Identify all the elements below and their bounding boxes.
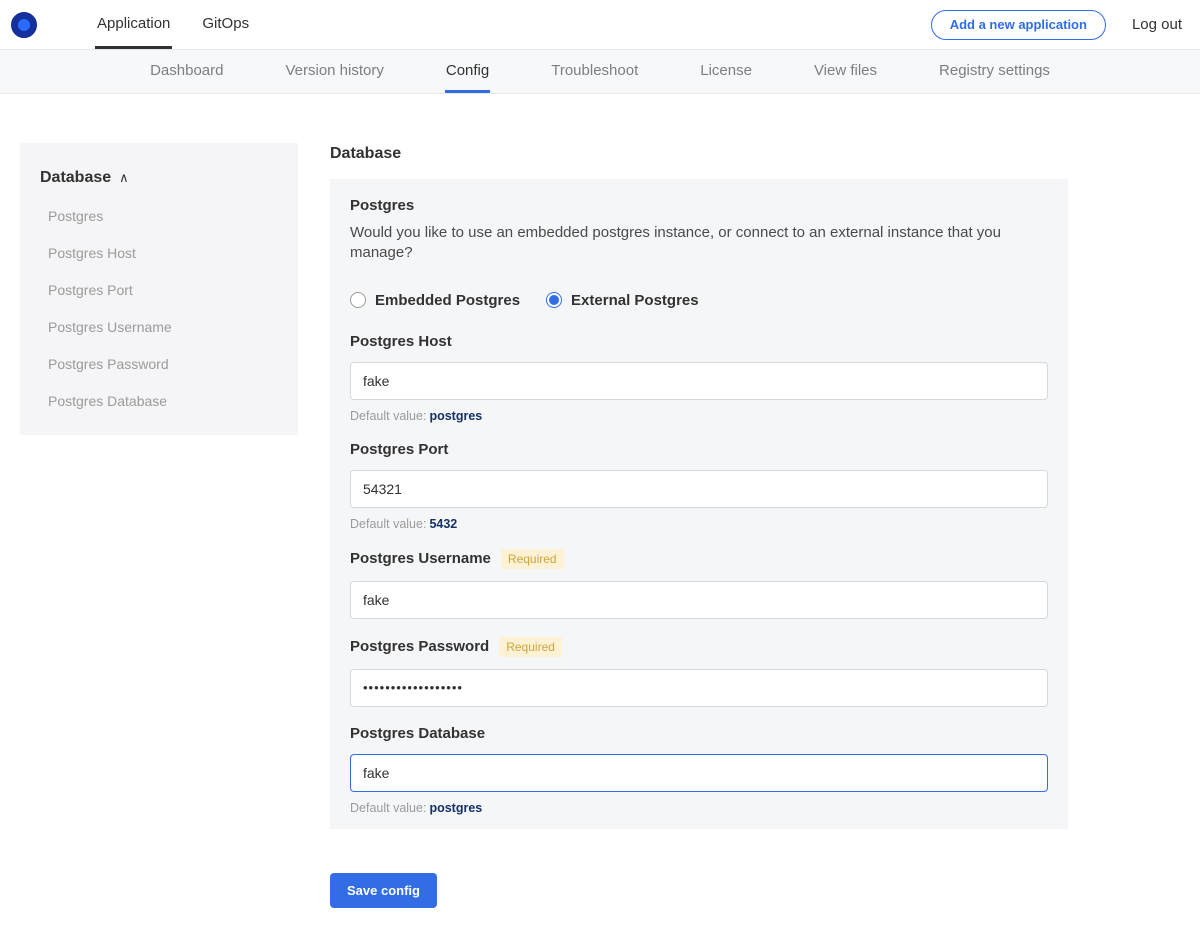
sidebar-item-postgres-password[interactable]: Postgres Password: [20, 356, 298, 372]
postgres-host-default: Default value:postgres: [350, 409, 1048, 423]
subnav-troubleshoot[interactable]: Troubleshoot: [550, 50, 639, 93]
sidebar-item-postgres-username[interactable]: Postgres Username: [20, 319, 298, 335]
postgres-database-label: Postgres Database: [350, 725, 485, 742]
postgres-password-label: Postgres Password: [350, 638, 489, 655]
postgres-radio-group: Embedded Postgres External Postgres: [350, 292, 1048, 309]
subnav-dashboard[interactable]: Dashboard: [149, 50, 224, 93]
radio-external-postgres[interactable]: External Postgres: [546, 292, 699, 309]
sidebar-group-database[interactable]: Database ∧: [20, 169, 298, 187]
sidebar-item-postgres[interactable]: Postgres: [20, 208, 298, 224]
top-nav: Application GitOps Add a new application…: [0, 0, 1200, 50]
tab-gitops-label: GitOps: [202, 15, 249, 32]
section-title: Database: [330, 145, 1068, 163]
radio-external-label: External Postgres: [571, 292, 699, 309]
app-logo-icon[interactable]: [11, 12, 37, 38]
config-sidebar: Database ∧ Postgres Postgres Host Postgr…: [20, 143, 298, 435]
postgres-host-input[interactable]: [350, 362, 1048, 400]
subnav-license[interactable]: License: [699, 50, 753, 93]
tab-application[interactable]: Application: [95, 0, 172, 49]
content-area: Database ∧ Postgres Postgres Host Postgr…: [0, 94, 1200, 928]
subnav-registry-settings[interactable]: Registry settings: [938, 50, 1051, 93]
required-badge: Required: [499, 637, 562, 657]
field-postgres-port: Postgres Port Default value:5432: [350, 441, 1048, 531]
radio-unselected-icon: [350, 292, 366, 308]
radio-selected-icon: [546, 292, 562, 308]
radio-embedded-postgres[interactable]: Embedded Postgres: [350, 292, 520, 309]
postgres-username-label: Postgres Username: [350, 550, 491, 567]
postgres-port-input[interactable]: [350, 470, 1048, 508]
field-postgres-password: Postgres Password Required: [350, 637, 1048, 707]
sidebar-list: Postgres Postgres Host Postgres Port Pos…: [20, 208, 298, 409]
field-postgres-host: Postgres Host Default value:postgres: [350, 333, 1048, 423]
postgres-port-label: Postgres Port: [350, 441, 448, 458]
radio-embedded-label: Embedded Postgres: [375, 292, 520, 309]
subnav-view-files[interactable]: View files: [813, 50, 878, 93]
postgres-host-label: Postgres Host: [350, 333, 452, 350]
top-tabs: Application GitOps: [67, 0, 251, 49]
header-right: Add a new application Log out: [931, 0, 1182, 49]
tab-application-label: Application: [97, 15, 170, 32]
postgres-group-label: Postgres: [350, 197, 1048, 214]
sidebar-item-postgres-database[interactable]: Postgres Database: [20, 393, 298, 409]
app-subnav: Dashboard Version history Config Trouble…: [0, 50, 1200, 94]
save-config-button[interactable]: Save config: [330, 873, 437, 908]
config-panel: Postgres Would you like to use an embedd…: [330, 179, 1068, 829]
add-application-button[interactable]: Add a new application: [931, 10, 1106, 40]
field-postgres-choice: Postgres Would you like to use an embedd…: [350, 197, 1048, 309]
subnav-config[interactable]: Config: [445, 50, 490, 93]
required-badge: Required: [501, 549, 564, 569]
sidebar-item-postgres-host[interactable]: Postgres Host: [20, 245, 298, 261]
postgres-port-default: Default value:5432: [350, 517, 1048, 531]
field-postgres-database: Postgres Database Default value:postgres: [350, 725, 1048, 815]
chevron-up-icon: ∧: [119, 170, 129, 186]
postgres-password-input[interactable]: [350, 669, 1048, 707]
postgres-database-input[interactable]: [350, 754, 1048, 792]
logout-link[interactable]: Log out: [1132, 16, 1182, 33]
field-postgres-username: Postgres Username Required: [350, 549, 1048, 619]
sidebar-group-label: Database: [40, 169, 111, 187]
postgres-username-input[interactable]: [350, 581, 1048, 619]
postgres-database-default: Default value:postgres: [350, 801, 1048, 815]
sidebar-item-postgres-port[interactable]: Postgres Port: [20, 282, 298, 298]
postgres-help-text: Would you like to use an embedded postgr…: [350, 223, 1048, 264]
config-main: Database Postgres Would you like to use …: [330, 143, 1068, 928]
subnav-version-history[interactable]: Version history: [284, 50, 384, 93]
tab-gitops[interactable]: GitOps: [200, 0, 251, 49]
